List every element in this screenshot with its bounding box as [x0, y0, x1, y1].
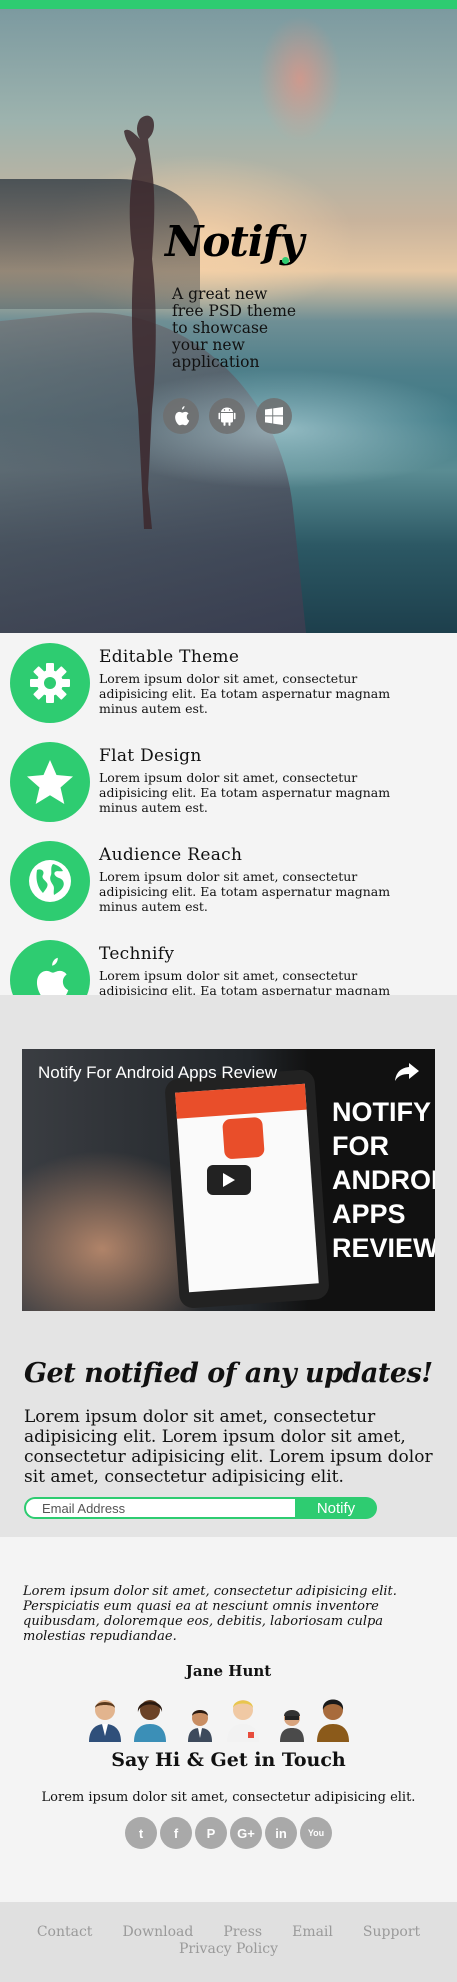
newsletter-heading: Get notified of any updates!: [24, 1358, 433, 1389]
top-accent-bar: [0, 0, 457, 9]
twitter-button[interactable]: t: [125, 1817, 157, 1849]
avatar: [89, 1700, 121, 1742]
feature-icon-circle: [10, 841, 90, 921]
star-icon: [27, 760, 73, 804]
footer-link-support[interactable]: Support: [363, 1924, 420, 1940]
feature-title: Technify: [99, 944, 175, 964]
features-section: Editable Theme Lorem ipsum dolor sit ame…: [0, 633, 457, 1020]
footer-link-privacy[interactable]: Privacy Policy: [179, 1941, 278, 1957]
hero-background-waves: [150, 369, 457, 489]
avatar: [134, 1700, 166, 1742]
video-overlay-text: NOTIFY FOR ANDROID APPS REVIEW: [332, 1097, 435, 1263]
feature-icon-circle: [10, 742, 90, 822]
footer-link-email[interactable]: Email: [292, 1924, 333, 1940]
facebook-icon: f: [173, 1825, 179, 1841]
feature-title: Editable Theme: [99, 647, 240, 667]
android-icon: [218, 407, 236, 426]
footer: Contact Download Press Email Support Privacy …: [0, 1902, 457, 1982]
android-store-button[interactable]: [209, 398, 245, 434]
hero-person-silhouette: [124, 115, 156, 529]
facebook-button[interactable]: f: [160, 1817, 192, 1849]
feature-item: Editable Theme Lorem ipsum dolor sit ame…: [0, 633, 457, 723]
footer-link-download[interactable]: Download: [122, 1924, 193, 1940]
contact-text: Lorem ipsum dolor sit amet, consectetur …: [41, 1790, 416, 1805]
apple-icon: [175, 406, 190, 426]
pinterest-icon: P: [206, 1825, 216, 1841]
google-plus-button[interactable]: G+: [230, 1817, 262, 1849]
hero-section: Notify A great new free PSD theme to sho…: [0, 9, 457, 633]
feature-item: Audience Reach Lorem ipsum dolor sit ame…: [0, 831, 457, 921]
footer-link-press[interactable]: Press: [223, 1924, 262, 1940]
testimonial-author: Jane Hunt: [185, 1662, 272, 1680]
linkedin-icon: in: [275, 1825, 287, 1841]
apple-store-button[interactable]: [163, 398, 199, 434]
feature-icon-circle: [10, 643, 90, 723]
video-section: Notify For Android Apps Review NOTIFY FO…: [0, 995, 457, 1320]
feature-title: Flat Design: [99, 746, 202, 766]
notify-button[interactable]: Notify: [295, 1497, 377, 1519]
contact-title: Say Hi & Get in Touch: [111, 1749, 346, 1771]
avatar: [227, 1700, 259, 1742]
testimonial-section: Lorem ipsum dolor sit amet, consectetur …: [0, 1537, 457, 1902]
youtube-icon: You: [307, 1828, 325, 1838]
windows-icon: [265, 407, 283, 425]
globe-icon: [29, 860, 71, 902]
pinterest-button[interactable]: P: [195, 1817, 227, 1849]
newsletter-section: Get notified of any updates! Lorem ipsum…: [0, 1320, 457, 1537]
newsletter-text: Lorem ipsum dolor sit amet, consectetur …: [24, 1407, 433, 1487]
gear-icon: [30, 663, 70, 703]
avatar: [280, 1710, 304, 1742]
share-icon[interactable]: [394, 1061, 420, 1083]
feature-item: Flat Design Lorem ipsum dolor sit amet, …: [0, 732, 457, 822]
avatar: [188, 1710, 212, 1742]
play-icon: [223, 1173, 235, 1187]
app-icon: [222, 1116, 265, 1160]
brand-dot: [282, 257, 289, 264]
windows-store-button[interactable]: [256, 398, 292, 434]
feature-text: Lorem ipsum dolor sit amet, consectetur …: [99, 770, 391, 815]
linkedin-button[interactable]: in: [265, 1817, 297, 1849]
email-input[interactable]: [24, 1497, 296, 1519]
video-title[interactable]: Notify For Android Apps Review: [38, 1063, 277, 1083]
avatar-row: [85, 1692, 375, 1742]
footer-link-contact[interactable]: Contact: [37, 1924, 93, 1940]
twitter-icon: t: [138, 1825, 144, 1841]
youtube-button[interactable]: You: [300, 1817, 332, 1849]
google-plus-icon: G+: [237, 1825, 255, 1841]
testimonial-quote: Lorem ipsum dolor sit amet, consectetur …: [23, 1584, 397, 1644]
play-button[interactable]: [207, 1165, 251, 1195]
social-links: t f P G+ in You: [125, 1817, 335, 1851]
footer-links: Contact Download Press Email Support Privacy …: [0, 1924, 457, 1958]
feature-text: Lorem ipsum dolor sit amet, consectetur …: [99, 671, 391, 716]
video-player[interactable]: Notify For Android Apps Review NOTIFY FO…: [22, 1049, 435, 1311]
hero-tagline: A great new free PSD theme to showcase y…: [172, 285, 297, 371]
feature-text: Lorem ipsum dolor sit amet, consectetur …: [99, 869, 391, 914]
avatar: [317, 1699, 349, 1742]
feature-title: Audience Reach: [99, 845, 243, 865]
